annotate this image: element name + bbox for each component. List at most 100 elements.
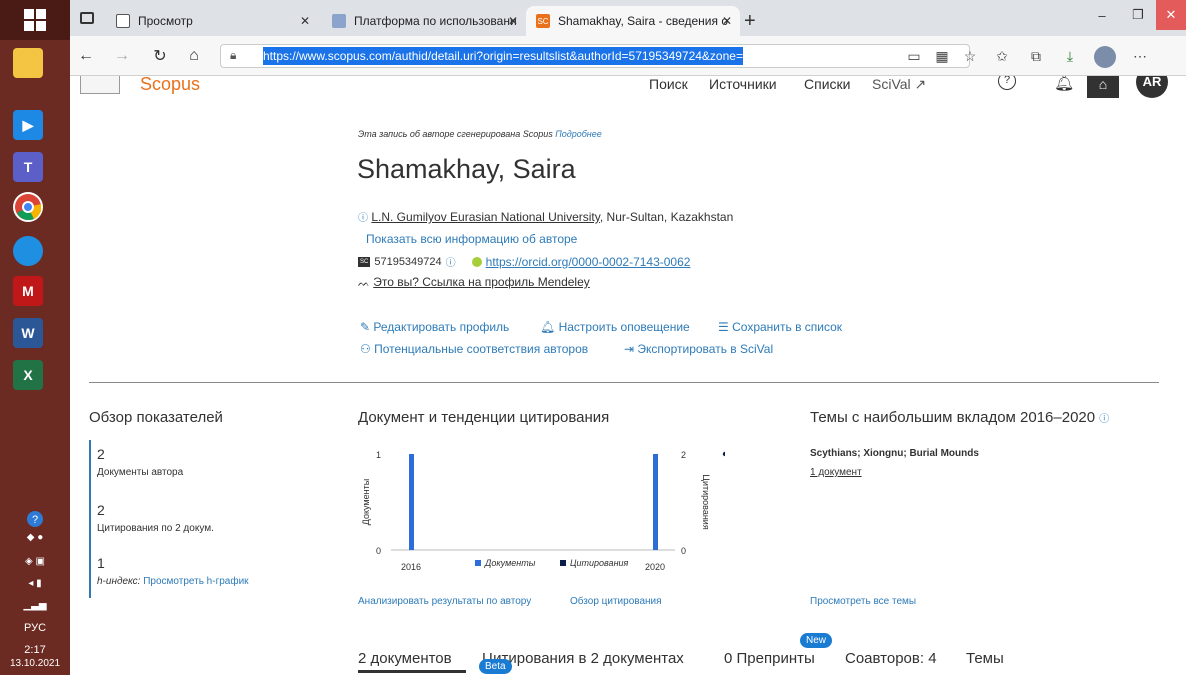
qr-icon[interactable]: ▦ <box>930 44 954 68</box>
profile-avatar[interactable] <box>1094 46 1116 68</box>
url-text: https://www.scopus.com/authid/detail.uri… <box>263 47 743 65</box>
nav-search[interactable]: Поиск <box>649 76 688 92</box>
mendeley-link[interactable]: Это вы? Ссылка на профиль Mendeley <box>373 275 590 289</box>
topic-doc-count[interactable]: 1 документ <box>810 467 862 478</box>
tab-label: Shamakhay, Saira - сведения об <box>558 14 728 28</box>
volume-icon[interactable]: ◂ ▮ <box>0 578 70 589</box>
tab-scopus[interactable]: SC Shamakhay, Saira - сведения об ✕ <box>526 6 740 36</box>
tab-coauthors[interactable]: Соавторов: 4 <box>845 650 937 667</box>
teams-icon[interactable]: T <box>13 152 43 182</box>
nav-lists[interactable]: Списки <box>804 76 850 92</box>
pencil-icon: ✎ <box>360 320 371 334</box>
refresh-icon[interactable]: ↻ <box>148 44 172 68</box>
active-tab-underline <box>358 670 466 673</box>
citations-point <box>722 451 725 457</box>
new-tab-button[interactable]: + <box>744 10 756 33</box>
scopus-id: 57195349724 <box>374 255 442 268</box>
tab-actions-icon[interactable] <box>80 12 94 24</box>
tab-platform[interactable]: Платформа по использованию ✕ <box>322 6 526 36</box>
favorites-icon[interactable]: ✩ <box>990 44 1014 68</box>
export-scival-label: Экспортировать в SciVal <box>637 342 774 356</box>
help-icon[interactable]: ? <box>998 76 1016 90</box>
file-explorer-icon[interactable] <box>13 48 43 78</box>
chrome-icon[interactable] <box>13 192 43 222</box>
export-scival-button[interactable]: ⇥ Экспортировать в SciVal <box>624 342 773 356</box>
collections-icon[interactable]: ⧉ <box>1024 44 1048 68</box>
close-window-button[interactable]: ✕ <box>1156 0 1186 30</box>
word-icon[interactable]: W <box>13 318 43 348</box>
tab-preprints[interactable]: 0 Препринты <box>724 650 815 667</box>
help-icon[interactable]: ? <box>0 510 70 531</box>
edit-profile-button[interactable]: ✎ Редактировать профиль <box>360 320 509 334</box>
author-name: Shamakhay, Saira <box>357 154 576 184</box>
back-icon[interactable]: ← <box>74 44 98 68</box>
more-icon[interactable]: ⋯ <box>1128 44 1152 68</box>
show-all-link[interactable]: Показать всю информацию об авторе <box>366 232 577 246</box>
favorite-add-icon[interactable]: ☆ <box>958 44 982 68</box>
minimize-button[interactable]: – <box>1084 0 1120 30</box>
tab-label: Платформа по использованию <box>354 14 516 28</box>
mendeley-icon: ᨓ <box>358 278 370 289</box>
network-icon[interactable]: ◈ ▣ <box>0 556 70 567</box>
view-all-topics-link[interactable]: Просмотреть все темы <box>810 596 916 607</box>
user-avatar[interactable]: AR <box>1136 76 1168 98</box>
excel-icon[interactable]: X <box>13 360 43 390</box>
tab-citations[interactable]: Цитирования в 2 документах <box>482 650 684 667</box>
tray-icons[interactable]: ◆ ● <box>0 532 70 543</box>
y-left-tick: 1 <box>376 450 381 460</box>
h-index-row: h-индекс: Просмотреть h-график <box>97 576 249 587</box>
topics-title-text: Темы с наибольшим вкладом 2016–2020 <box>810 409 1096 426</box>
scopus-page: Scopus Поиск Источники Списки SciVal ↗ ?… <box>70 76 1186 675</box>
screen-icon[interactable]: ▭ <box>902 44 926 68</box>
set-alert-button[interactable]: 🔔︎ Настроить оповещение <box>540 320 690 334</box>
section-divider <box>89 382 1159 383</box>
y-right-label: Цитирования <box>701 474 711 530</box>
save-to-list-button[interactable]: ☰ Сохранить в список <box>718 320 842 334</box>
info-icon[interactable]: ⓘ <box>446 254 456 269</box>
docs-count: 2 <box>97 446 105 462</box>
h-graph-link[interactable]: Просмотреть h-график <box>143 576 248 587</box>
close-tab-icon[interactable]: ✕ <box>300 14 310 28</box>
info-icon[interactable]: ⓘ <box>358 213 368 224</box>
nav-scival[interactable]: SciVal ↗ <box>872 76 926 93</box>
clock-date[interactable]: 13.10.2021 <box>0 658 70 669</box>
restore-button[interactable]: ❐ <box>1120 0 1156 30</box>
orcid-link[interactable]: https://orcid.org/0000-0002-7143-0062 <box>486 255 691 269</box>
home-icon[interactable]: ⌂ <box>182 44 206 68</box>
more-link[interactable]: Подробнее <box>555 129 602 139</box>
documents-citations-chart: 1 0 2 0 Документы Цитирования 2016 2020 Документ… <box>361 450 725 572</box>
export-icon: ⇥ <box>624 342 635 356</box>
tab-documents[interactable]: 2 документов <box>358 650 452 667</box>
downloads-icon[interactable]: ⤓ <box>1058 44 1082 68</box>
start-button[interactable] <box>0 0 70 40</box>
affiliation-link[interactable]: L.N. Gumilyov Eurasian National Universi… <box>371 210 600 224</box>
x-tick-label: 2020 <box>645 562 665 572</box>
close-tab-icon[interactable]: ✕ <box>508 14 518 28</box>
generated-note: Эта запись об авторе сгенерирована Scopu… <box>358 129 602 139</box>
institution-icon[interactable]: ⌂ <box>1087 76 1119 98</box>
author-matches-button[interactable]: ⚇ Потенциальные соответствия авторов <box>360 342 588 356</box>
tab-topics[interactable]: Темы <box>966 650 1004 667</box>
edge-icon[interactable] <box>13 236 43 266</box>
mcafee-icon[interactable]: M <box>13 276 43 306</box>
close-tab-icon[interactable]: ✕ <box>722 14 732 28</box>
url-field[interactable]: https://www.scopus.com/authid/detail.uri… <box>228 44 912 68</box>
analyze-results-link[interactable]: Анализировать результаты по автору <box>358 596 531 607</box>
info-icon[interactable]: ⓘ <box>1099 414 1109 425</box>
clock-time[interactable]: 2:17 <box>0 644 70 656</box>
y-left-label: Документы <box>361 479 371 525</box>
tab-prosmotr[interactable]: Просмотр ✕ <box>106 6 318 36</box>
forward-icon[interactable]: → <box>110 44 134 68</box>
scopus-id-icon: SC <box>358 256 371 267</box>
language-indicator[interactable]: РУС <box>0 622 70 634</box>
save-to-list-label: Сохранить в список <box>732 320 843 334</box>
citation-overview-link[interactable]: Обзор цитирования <box>570 596 662 607</box>
author-matches-label: Потенциальные соответствия авторов <box>374 342 589 356</box>
video-player-icon[interactable]: ▶ <box>13 110 43 140</box>
scopus-logo[interactable]: Scopus <box>140 76 200 95</box>
orcid-icon <box>471 256 482 267</box>
legend-documents-swatch <box>475 560 481 566</box>
nav-sources[interactable]: Источники <box>709 76 777 92</box>
windows-taskbar: ▶ T M W X ? ◆ ● ◈ ▣ ◂ ▮ ▁▃▅ РУС 2:17 13.… <box>0 0 70 675</box>
bell-icon[interactable]: 🔔︎ <box>1054 76 1074 93</box>
